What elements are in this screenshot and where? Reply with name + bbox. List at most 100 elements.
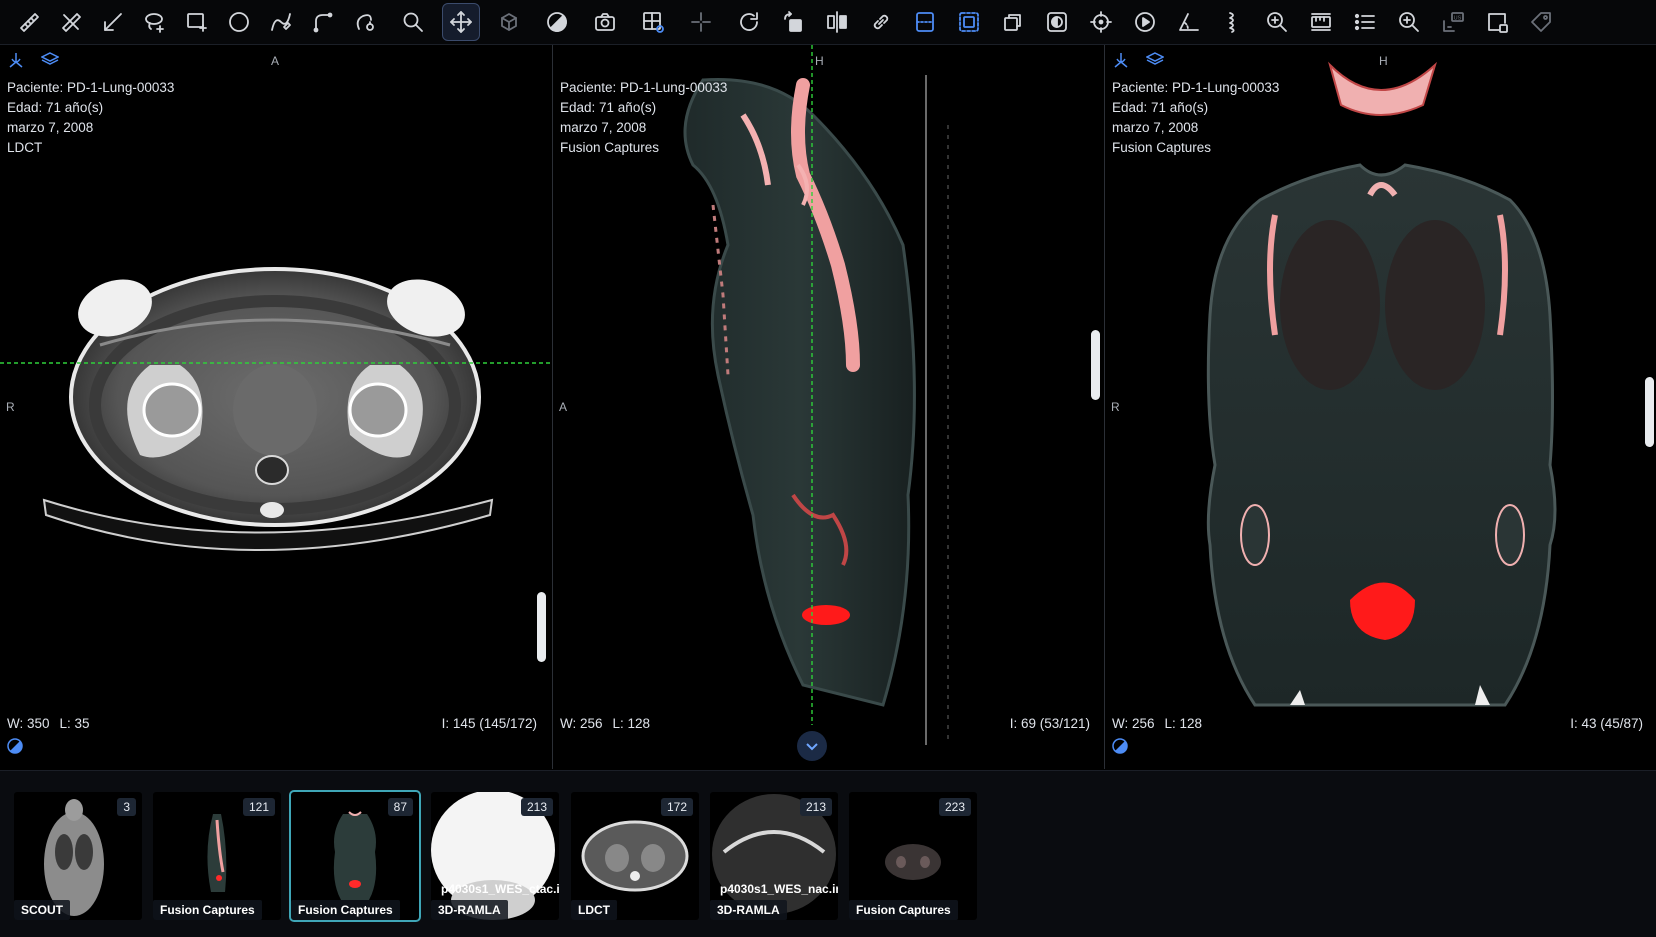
tool-crosshair[interactable] [682, 3, 720, 41]
tool-probe[interactable] [1082, 3, 1120, 41]
window-level: L: 128 [612, 716, 651, 731]
3d-axis-icon[interactable] [1112, 51, 1130, 69]
play-icon [1135, 12, 1155, 32]
orientation-top: H [815, 54, 824, 68]
tool-reference-lines[interactable] [906, 3, 944, 41]
tool-cine[interactable] [1126, 3, 1164, 41]
rectangle-roi-icon [187, 13, 207, 32]
dashed-square-icon [959, 12, 979, 32]
series-thumbnail[interactable]: 121 Fusion Captures [153, 792, 281, 920]
tool-arrow[interactable] [94, 3, 132, 41]
orientation-top: A [271, 54, 280, 68]
tool-image-overlay[interactable] [950, 3, 988, 41]
tool-flip-h[interactable] [818, 3, 856, 41]
tool-magnify[interactable] [394, 3, 432, 41]
window-level: L: 128 [1164, 716, 1203, 731]
tool-3d-rotate[interactable] [490, 3, 528, 41]
3d-axis-icon[interactable] [7, 51, 25, 69]
study-date: marzo 7, 2008 [1112, 120, 1199, 135]
tool-angle[interactable] [1170, 3, 1208, 41]
image-count-badge: 223 [938, 798, 971, 816]
image-count-badge: 213 [520, 798, 553, 816]
zoom-plus-icon [1399, 12, 1419, 32]
window-level: L: 35 [59, 716, 90, 731]
slice-scrollbar[interactable] [1645, 377, 1654, 447]
series-thumbnail[interactable]: 223 Fusion Captures [849, 792, 977, 920]
tag-icon [1531, 12, 1551, 32]
tool-flip-rotate[interactable] [774, 3, 812, 41]
cube-rotate-icon [501, 13, 517, 31]
slice-index: I: 43 (45/87) [1570, 716, 1643, 731]
tool-zoom[interactable] [1258, 3, 1296, 41]
series-thumbnail[interactable]: 172 LDCT [571, 792, 699, 920]
patient-age: Edad: 71 año(s) [1112, 100, 1209, 115]
ruler-compare-icon [1311, 13, 1331, 31]
image-count-badge: 213 [799, 798, 832, 816]
series-label: Fusion Captures [291, 900, 400, 920]
rotate-icon [740, 12, 758, 31]
tool-spine-labels[interactable] [1214, 3, 1252, 41]
tool-layout[interactable] [634, 3, 672, 41]
patient-info: Paciente: PD-1-Lung-00033 Edad: 71 año(s… [1112, 78, 1279, 158]
tool-ellipse-roi[interactable] [220, 3, 258, 41]
patient-name: Paciente: PD-1-Lung-00033 [560, 80, 728, 95]
tool-invert[interactable] [1038, 3, 1076, 41]
series-thumbnail[interactable]: 3 SCOUT [14, 792, 142, 920]
tool-stack[interactable] [994, 3, 1032, 41]
stack-icon [1004, 14, 1021, 31]
viewport-axial-ct[interactable]: A R Paciente: PD-1-Lung-00033 Edad: 71 a… [0, 45, 551, 769]
patient-name: Paciente: PD-1-Lung-00033 [1112, 80, 1280, 95]
series-description: Fusion Captures [1112, 140, 1212, 155]
patient-info: Paciente: PD-1-Lung-00033 Edad: 71 año(s… [560, 78, 727, 158]
tool-curve[interactable] [304, 3, 342, 41]
tool-ruler[interactable] [10, 3, 48, 41]
tool-capture[interactable] [586, 3, 624, 41]
expand-chevron-button[interactable] [797, 731, 827, 761]
series-label: Fusion Captures [849, 900, 958, 920]
patient-age: Edad: 71 año(s) [7, 100, 104, 115]
zoom-in-icon [1267, 12, 1287, 32]
slice-scrollbar[interactable] [537, 592, 546, 662]
tool-tag[interactable] [1522, 3, 1560, 41]
patient-age: Edad: 71 año(s) [560, 100, 657, 115]
viewport-sagittal-fusion[interactable]: H A Paciente: PD-1-Lung-00033 Edad: 71 a… [552, 45, 1104, 769]
series-thumbnail-selected[interactable]: 87 Fusion Captures [289, 790, 421, 922]
us-region-icon: US [1443, 12, 1464, 32]
ellipse-roi-icon [229, 12, 249, 32]
tool-freehand-roi[interactable] [136, 3, 174, 41]
contrast-icon[interactable] [7, 738, 25, 756]
invert-icon [1047, 12, 1067, 32]
tool-spline[interactable] [262, 3, 300, 41]
series-label: SCOUT [14, 900, 70, 920]
layers-icon[interactable] [40, 51, 60, 69]
list-icon [1354, 13, 1375, 31]
patient-name: Paciente: PD-1-Lung-00033 [7, 80, 175, 95]
tool-snapshot[interactable] [1478, 3, 1516, 41]
ruler-icon [20, 13, 39, 32]
contrast-icon[interactable] [1112, 738, 1130, 756]
angle-icon [1179, 13, 1199, 31]
tool-zoom-plus[interactable] [1390, 3, 1428, 41]
tool-livewire[interactable] [346, 3, 384, 41]
svg-text:US: US [1454, 15, 1462, 21]
tool-ultrasound[interactable]: US [1434, 3, 1472, 41]
tool-window-level[interactable] [538, 3, 576, 41]
tool-pan[interactable] [442, 3, 480, 41]
tool-list[interactable] [1346, 3, 1384, 41]
viewport-coronal-fusion[interactable]: H R Paciente: PD-1-Lung-00033 Edad: 71 a… [1104, 45, 1656, 769]
tool-rotate[interactable] [730, 3, 768, 41]
series-thumbnail[interactable]: 213 p4030s1_WES_nac.img 3D-RAMLA [710, 792, 838, 920]
tool-bidirectional[interactable] [52, 3, 90, 41]
layers-icon[interactable] [1145, 51, 1165, 69]
tool-calibrate[interactable] [1302, 3, 1340, 41]
window-width: W: 350 [7, 716, 50, 731]
camera-icon [595, 13, 615, 31]
study-date: marzo 7, 2008 [560, 120, 647, 135]
tool-link[interactable] [862, 3, 900, 41]
series-thumbnail[interactable]: 213 p4030s1_WES_ctac.img 3D-RAMLA [431, 792, 559, 920]
toolbar: US [0, 0, 1656, 45]
tool-rectangle-roi[interactable] [178, 3, 216, 41]
window-width: W: 256 [1112, 716, 1155, 731]
slice-scrollbar[interactable] [1091, 330, 1100, 400]
window-level-readout: W: 256 L: 128 [1112, 716, 1212, 731]
